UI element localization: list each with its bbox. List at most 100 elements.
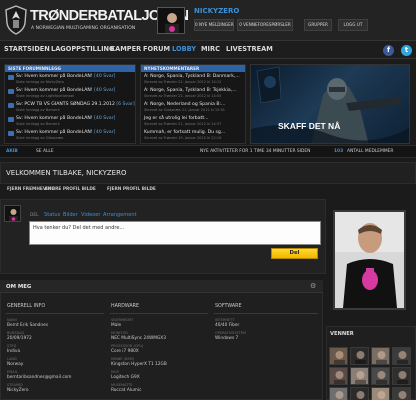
forum-post-icon	[8, 75, 14, 80]
forum-item[interactable]: Sv: Hvem kommer på BondeLAN! [40 Svar] S…	[8, 130, 133, 142]
nav-kamper[interactable]: KAMPER	[110, 45, 141, 53]
comment-item[interactable]: A: Norge, Nederland og Spania B:... Skre…	[144, 102, 243, 113]
friend-avatar[interactable]	[371, 347, 390, 365]
forum-item-byline: Siste innlegg av NickyZero	[16, 80, 64, 84]
field-label: OPERATIVSYSTEM	[215, 331, 247, 335]
forum-item-title[interactable]: Sv: Hvem kommer på BondeLAN!	[16, 74, 93, 79]
tab-photos[interactable]: Bilder	[63, 212, 78, 218]
news-comments-header: NYHETSKOMMENTARER	[141, 65, 245, 72]
forum-item[interactable]: Sv: Hvem kommer på BondeLAN! [40 Svar] S…	[8, 74, 133, 86]
comment-title[interactable]: A: Norge, Nederland og Spania B:...	[144, 102, 225, 107]
logo-icon[interactable]	[4, 5, 28, 35]
activity-bar: AKIB SE ALLE NYE AKTIVITETER FOR 1 TIME …	[0, 145, 416, 158]
field-value: Logitech G9X	[111, 375, 140, 380]
nav-livestream[interactable]: LIVESTREAM	[226, 45, 273, 53]
comment-title[interactable]: Kummah, er fortsatt mulig. Du sg...	[144, 130, 225, 135]
username[interactable]: NICKYZERO	[194, 7, 239, 15]
forum-post-icon	[8, 117, 14, 122]
field-value: Kingston HyperX T1 12GB	[111, 362, 167, 367]
comment-item[interactable]: Jeg er så utrolig lei forbatt... Skrevet…	[144, 116, 243, 127]
forum-item-title[interactable]: Sv: Hvem kommer på BondeLAN!	[16, 88, 93, 93]
field-value: 40/40 Fiber	[215, 323, 240, 328]
forum-item-replies[interactable]: [40 Svar]	[94, 88, 115, 93]
nav-lobby[interactable]: LOBBY	[172, 45, 196, 53]
friend-avatar[interactable]	[392, 367, 411, 385]
friend-avatar[interactable]	[350, 347, 369, 365]
friend-avatar[interactable]	[329, 347, 348, 365]
divider	[110, 313, 208, 314]
nav-mirc[interactable]: MIRC	[201, 45, 220, 53]
comment-title[interactable]: A: Norge, Spania, Tyskland B: Tsjekkia,.…	[144, 88, 237, 93]
field-value[interactable]: berntaribsandnes@gmail.com	[7, 375, 72, 380]
comment-title[interactable]: A: Norge, Spania, Tyskland B: Danmark,..…	[144, 74, 240, 79]
twitter-icon[interactable]: t	[401, 45, 412, 56]
logout-button[interactable]: LOGG UT	[338, 19, 368, 31]
field-value: NickyZero	[7, 388, 29, 393]
forum-item-byline: Siste innlegg av Berserk	[16, 108, 60, 112]
hardware-heading: HARDWARE	[111, 304, 140, 309]
news-comments-panel: NYHETSKOMMENTARER A: Norge, Spania, Tysk…	[140, 64, 246, 144]
forum-item-replies[interactable]: [40 Svar]	[94, 130, 115, 135]
friend-avatar[interactable]	[392, 387, 411, 400]
forum-post-icon	[8, 103, 14, 108]
field-label: EMAIL	[7, 370, 18, 374]
forum-item-replies[interactable]: [6 Svar]	[116, 102, 134, 107]
comment-title[interactable]: Jeg er så utrolig lei forbatt...	[144, 116, 209, 121]
tab-events[interactable]: Arrangement	[103, 212, 137, 218]
forum-item[interactable]: Sv: PCW TB VS GIANTS SØNDAG 29.1.2012 [6…	[8, 102, 135, 114]
forum-item-replies[interactable]: [40 Svar]	[94, 116, 115, 121]
nav-startsiden[interactable]: STARTSIDEN	[4, 45, 50, 53]
comment-byline: Skrevet av Trønder 21. januar 2012 kl 14…	[144, 121, 222, 126]
friend-avatar[interactable]	[350, 387, 369, 400]
forum-item-title[interactable]: Sv: Hvem kommer på BondeLAN!	[16, 116, 93, 121]
friend-avatar[interactable]	[371, 387, 390, 400]
field-label: STEAMID	[7, 383, 23, 387]
forum-item-title[interactable]: Sv: PCW TB VS GIANTS SØNDAG 29.1.2012	[16, 102, 115, 107]
comment-byline: Skrevet av Glassnæs 21. januar 2012 kl 1…	[144, 107, 226, 112]
forum-item-byline: Siste innlegg av LightNorrAmbel	[16, 94, 75, 98]
field-value: Male	[111, 323, 122, 328]
comment-item[interactable]: A: Norge, Spania, Tyskland B: Danmark,..…	[144, 74, 243, 85]
tab-videos[interactable]: Videoer	[81, 212, 101, 218]
groups-button[interactable]: GRUPPER	[304, 19, 332, 31]
tab-status[interactable]: Status	[44, 212, 60, 218]
forum-item-byline: Siste innlegg av Berserk	[16, 122, 60, 126]
nav-forum[interactable]: FORUM	[143, 45, 170, 53]
friend-avatar[interactable]	[350, 367, 369, 385]
share-button[interactable]: Del	[271, 248, 318, 259]
forum-item[interactable]: Sv: Hvem kommer på BondeLAN! [40 Svar] S…	[8, 88, 133, 100]
comment-item[interactable]: A: Norge, Spania, Tyskland B: Tsjekkia,.…	[144, 88, 243, 99]
comment-byline: Skrevet av Trønder 19. januar 2012 kl 22…	[144, 135, 222, 140]
comment-byline: Skrevet av Trønder 22. januar 2012 kl 14…	[144, 79, 222, 84]
forum-item-title[interactable]: Sv: Hvem kommer på BondeLAN!	[16, 130, 93, 135]
change-profile-picture-link[interactable]: ENDRE PROFIL BILDE	[45, 187, 96, 192]
share-label: DEL	[30, 213, 39, 218]
profile-photo[interactable]	[333, 210, 406, 310]
field-value: Windows 7	[215, 336, 239, 341]
remove-profile-picture-link[interactable]: FJERN PROFIL BILDE	[107, 187, 156, 192]
friend-avatar[interactable]	[371, 367, 390, 385]
activity-left-label[interactable]: AKIB	[6, 149, 18, 154]
status-input[interactable]: Hva tenker du? Del det med andre...	[29, 221, 321, 245]
game-ad-banner[interactable]	[250, 64, 410, 144]
nav-lagoppstilling[interactable]: LAGOPPSTILLING	[51, 45, 114, 53]
messages-button[interactable]: 0 NYE MELDINGER	[194, 19, 234, 31]
field-label: LAND	[7, 357, 17, 361]
forum-item[interactable]: Sv: Hvem kommer på BondeLAN! [40 Svar] S…	[8, 116, 133, 128]
field-label: INTERNETT	[215, 318, 235, 322]
user-avatar[interactable]	[157, 7, 185, 34]
forum-item-replies[interactable]: [40 Svar]	[94, 74, 115, 79]
banner-text[interactable]: SKAFF DET NÅ	[278, 121, 340, 131]
gear-icon[interactable]: ⚙	[310, 282, 316, 290]
members-count: 103	[334, 149, 344, 154]
friend-requests-button[interactable]: 0 VENNEFORESPØRSLER	[237, 19, 293, 31]
friend-avatar[interactable]	[329, 387, 348, 400]
friend-avatar[interactable]	[329, 367, 348, 385]
divider	[214, 313, 318, 314]
field-label: MUSEMATTE	[111, 383, 133, 387]
comment-item[interactable]: Kummah, er fortsatt mulig. Du sg... Skre…	[144, 130, 243, 141]
facebook-icon[interactable]: f	[383, 45, 394, 56]
friend-avatar[interactable]	[392, 347, 411, 365]
view-all-link[interactable]: SE ALLE	[36, 149, 54, 154]
field-label: PROSESSOR (CPU)	[111, 344, 144, 348]
